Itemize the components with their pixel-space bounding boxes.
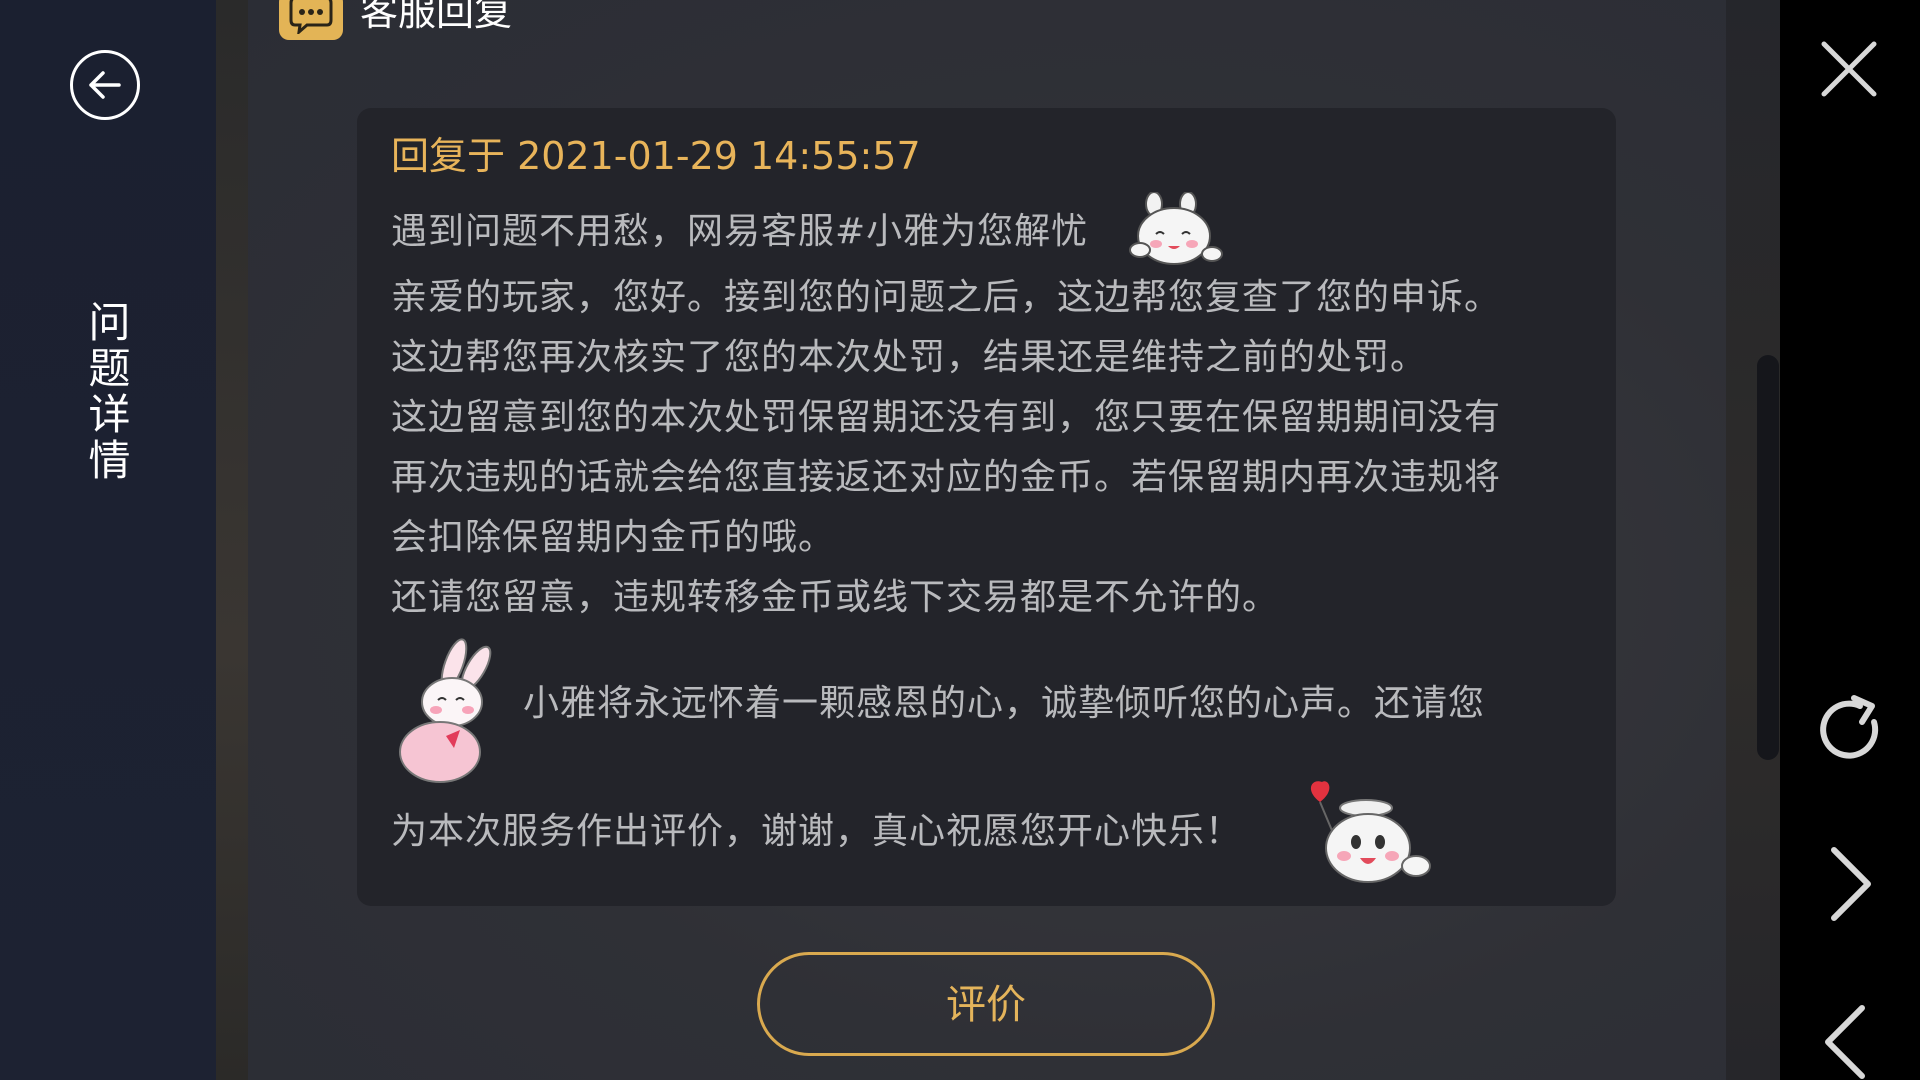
- reply-line: 这边留意到您的本次处罚保留期还没有到，您只要在保留期期间没有: [391, 397, 1502, 438]
- section-title: 客服回复: [360, 0, 513, 34]
- reply-line: 再次违规的话就会给您直接返还对应的金币。若保留期内再次违规将: [391, 457, 1502, 498]
- rabbit-blush-sticker: [1129, 192, 1223, 265]
- panel-border: [216, 0, 248, 1080]
- reply-line: 这边帮您再次核实了您的本次处罚，结果还是维持之前的处罚。: [391, 337, 1428, 378]
- back-button[interactable]: [70, 50, 140, 120]
- reply-line: 亲爱的玩家，您好。接到您的问题之后，这边帮您复查了您的申诉。: [391, 277, 1502, 318]
- scrollbar-thumb[interactable]: [1757, 355, 1779, 760]
- chevron-left-icon[interactable]: [1822, 1004, 1868, 1080]
- arrow-left-icon: [89, 71, 121, 99]
- page-title: 问题详情: [82, 300, 131, 484]
- reply-line: 小雅将永远怀着一颗感恩的心，诚挚倾听您的心声。还请您: [523, 683, 1486, 724]
- reply-line: 为本次服务作出评价，谢谢，真心祝愿您开心快乐！: [391, 811, 1243, 852]
- right-toolbar: [1780, 0, 1920, 1080]
- reply-line: 会扣除保留期内金币的哦。: [391, 517, 836, 558]
- reply-line: 遇到问题不用愁，网易客服#小雅为您解忧: [391, 211, 1089, 252]
- rate-button[interactable]: 评价: [757, 952, 1215, 1056]
- close-icon[interactable]: [1820, 40, 1878, 98]
- chat-bubble-icon: [279, 0, 343, 40]
- sidebar: 问题详情: [0, 0, 216, 1080]
- reply-line: 还请您留意，违规转移金币或线下交易都是不允许的。: [391, 577, 1280, 618]
- rabbit-balloon-sticker: [1310, 781, 1431, 883]
- rabbit-hug-sticker: [399, 638, 492, 783]
- reply-timestamp: 回复于 2021-01-29 14:55:57: [391, 134, 921, 178]
- refresh-icon[interactable]: [1814, 694, 1886, 766]
- chevron-right-icon[interactable]: [1828, 846, 1874, 922]
